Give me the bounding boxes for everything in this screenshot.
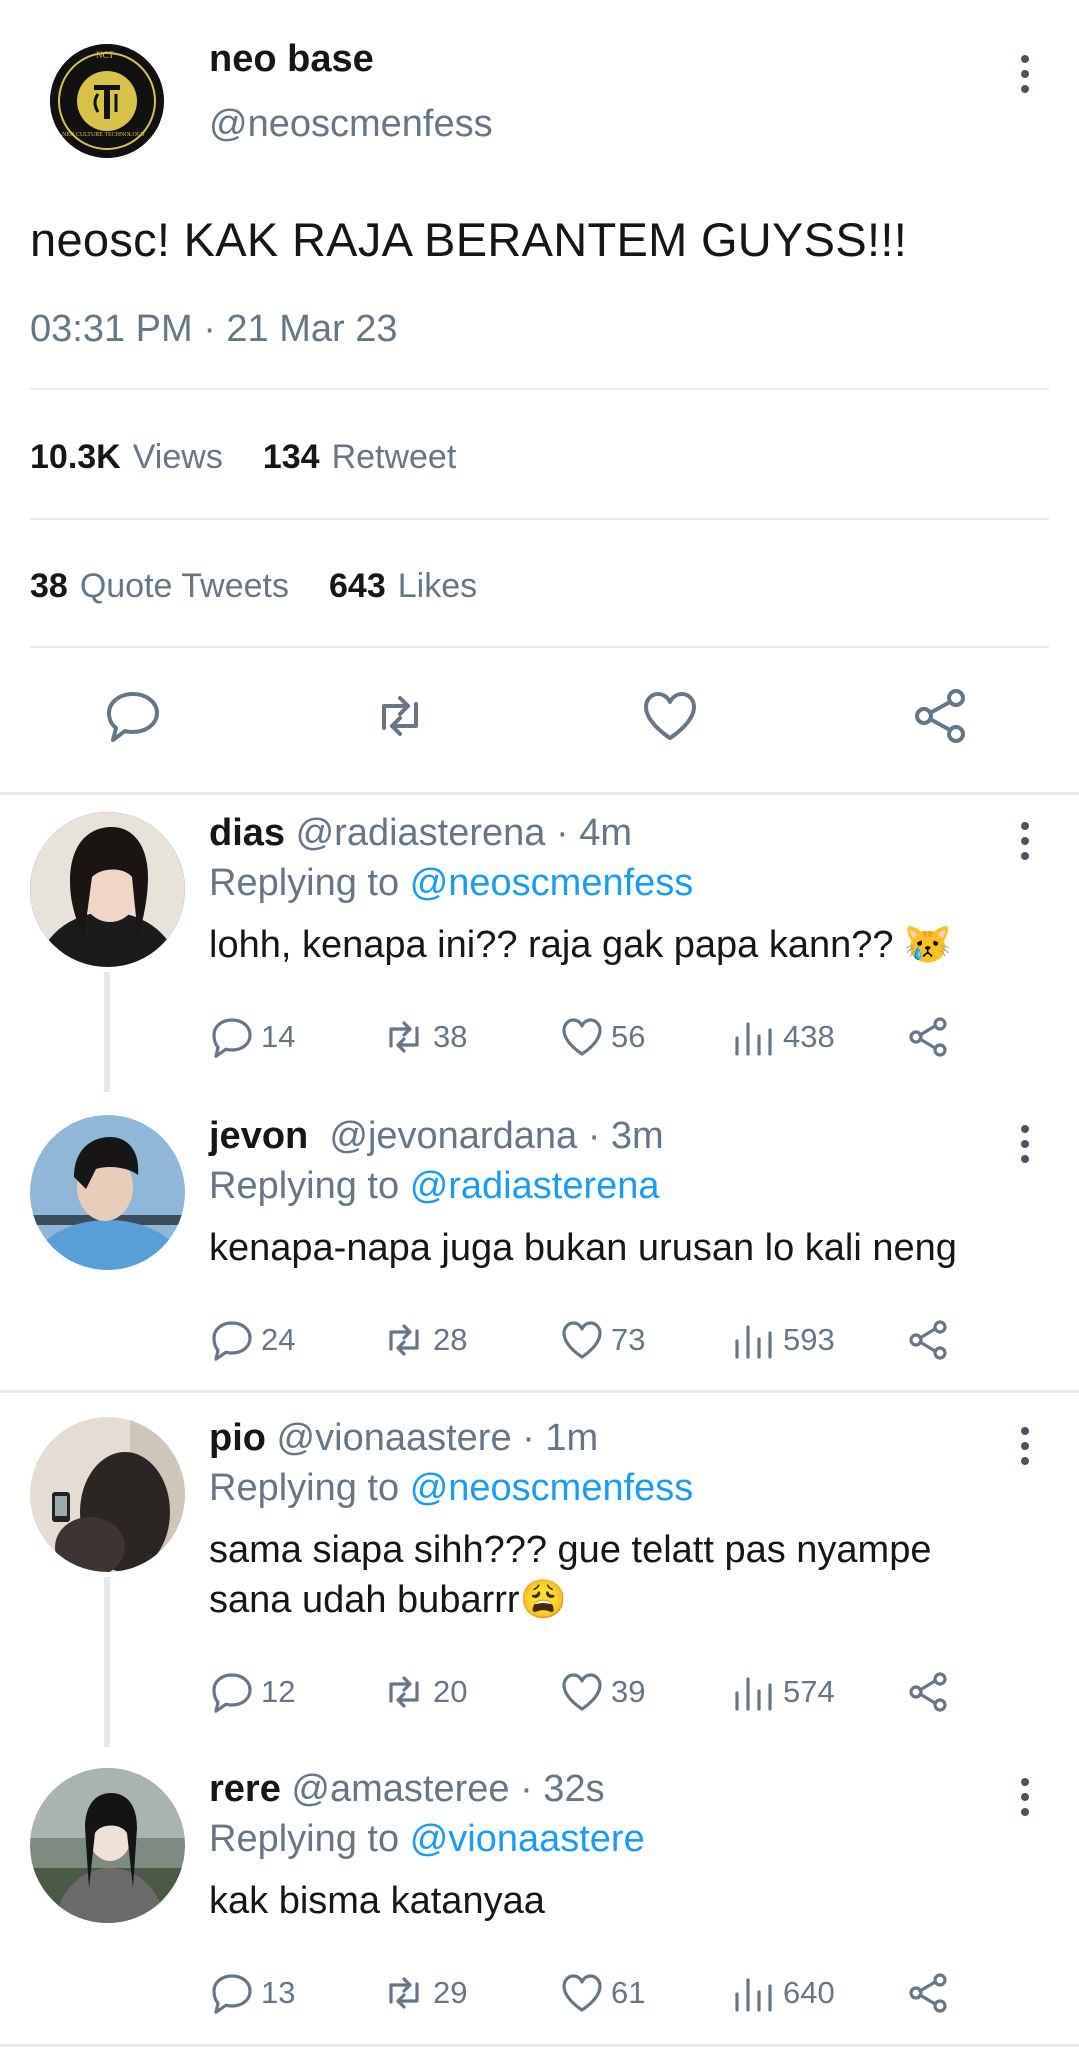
- views-icon[interactable]: 438: [731, 1014, 835, 1060]
- avatar[interactable]: [30, 1115, 185, 1270]
- share-icon[interactable]: [905, 1317, 951, 1363]
- reply-author-name[interactable]: rere: [209, 1768, 281, 1810]
- replying-to-link[interactable]: @neoscmenfess: [410, 1467, 694, 1509]
- reply-header: dias @radiasterena · 4m: [209, 812, 632, 855]
- tweet-author-name[interactable]: neo base: [209, 38, 374, 81]
- like-icon[interactable]: 61: [559, 1970, 645, 2016]
- reply-header: pio @vionaastere · 1m: [209, 1417, 598, 1460]
- replying-to: Replying to @vionaastere: [209, 1818, 645, 1860]
- views-icon[interactable]: 593: [731, 1317, 835, 1363]
- reply-time: · 32s: [520, 1768, 605, 1810]
- divider: [30, 646, 1049, 648]
- like-icon[interactable]: 39: [559, 1669, 645, 1715]
- more-options-icon[interactable]: [1021, 822, 1029, 860]
- share-icon[interactable]: [910, 686, 980, 756]
- stats-row-2: 38 Quote Tweets 643 Likes: [30, 567, 477, 606]
- thread-line: [104, 972, 110, 1092]
- account-avatar[interactable]: [50, 44, 164, 158]
- section-divider: [0, 2044, 1079, 2047]
- like-icon[interactable]: 73: [559, 1317, 645, 1363]
- avatar[interactable]: [30, 812, 185, 967]
- reply-icon[interactable]: 13: [209, 1970, 295, 2016]
- reply-icon[interactable]: 12: [209, 1669, 295, 1715]
- reply-actions: 24 28 73 593: [209, 1317, 989, 1367]
- like-icon[interactable]: 56: [559, 1014, 645, 1060]
- reply-item[interactable]: jevon @jevonardana · 3m Replying to @rad…: [0, 1095, 1079, 1395]
- more-options-icon[interactable]: [1021, 1427, 1029, 1465]
- replying-to-link[interactable]: @neoscmenfess: [410, 862, 694, 904]
- reply-author-name[interactable]: dias: [209, 812, 285, 854]
- reply-text: sama siapa sihh??? gue telatt pas nyampe…: [209, 1529, 932, 1621]
- replying-to: Replying to @neoscmenfess: [209, 862, 694, 904]
- reply-actions: 12 20 39 574: [209, 1669, 989, 1719]
- tweet-text: neosc! KAK RAJA BERANTEM GUYSS!!!: [30, 213, 908, 266]
- share-icon[interactable]: [905, 1970, 951, 2016]
- logo-text-top: NCT: [96, 50, 114, 60]
- retweet-icon[interactable]: 29: [381, 1970, 467, 2016]
- replying-to-link[interactable]: @vionaastere: [410, 1818, 645, 1860]
- logo-text-bottom: NEO CULTURE TECHNOLOGY: [62, 132, 146, 138]
- reply-time: · 3m: [587, 1115, 664, 1157]
- tweet-timestamp: 03:31 PM · 21 Mar 23: [30, 308, 398, 350]
- more-options-icon[interactable]: [1021, 55, 1029, 93]
- retweet-icon[interactable]: 38: [381, 1014, 467, 1060]
- reply-text: lohh, kenapa ini?? raja gak papa kann?? …: [209, 924, 952, 966]
- avatar[interactable]: [30, 1768, 185, 1923]
- divider: [30, 518, 1049, 520]
- reply-header: rere @amasteree · 32s: [209, 1768, 605, 1811]
- replying-to-link[interactable]: @radiasterena: [410, 1165, 660, 1207]
- reply-text: kenapa-napa juga bukan urusan lo kali ne…: [209, 1227, 957, 1269]
- reply-icon[interactable]: 24: [209, 1317, 295, 1363]
- reply-icon[interactable]: 14: [209, 1014, 295, 1060]
- retweet-icon[interactable]: 20: [381, 1669, 467, 1715]
- reply-time: · 1m: [522, 1417, 599, 1459]
- reply-author-handle[interactable]: @jevonardana: [329, 1115, 577, 1157]
- tweet-author-handle[interactable]: @neoscmenfess: [209, 103, 493, 146]
- more-options-icon[interactable]: [1021, 1125, 1029, 1163]
- reply-text: kak bisma katanyaa: [209, 1880, 545, 1922]
- reply-icon[interactable]: [103, 686, 173, 756]
- views-stat[interactable]: 10.3K Views: [30, 438, 223, 477]
- divider: [30, 388, 1049, 390]
- reply-item[interactable]: pio @vionaastere · 1m Replying to @neosc…: [0, 1397, 1079, 1747]
- tweet-actions: [0, 686, 1079, 756]
- retweets-stat[interactable]: 134 Retweet: [263, 438, 456, 477]
- reply-item[interactable]: dias @radiasterena · 4m Replying to @neo…: [0, 792, 1079, 1092]
- replying-to: Replying to @neoscmenfess: [209, 1467, 694, 1509]
- reply-actions: 13 29 61 640: [209, 1970, 989, 2020]
- reply-time: · 4m: [556, 812, 632, 854]
- retweet-icon[interactable]: [370, 686, 440, 756]
- reply-author-handle[interactable]: @radiasterena: [296, 812, 546, 854]
- reply-author-handle[interactable]: @vionaastere: [277, 1417, 512, 1459]
- avatar[interactable]: [30, 1417, 185, 1572]
- reply-author-name[interactable]: jevon: [209, 1115, 308, 1157]
- reply-item[interactable]: rere @amasteree · 32s Replying to @viona…: [0, 1748, 1079, 2048]
- quote-tweets-stat[interactable]: 38 Quote Tweets: [30, 567, 289, 606]
- retweet-icon[interactable]: 28: [381, 1317, 467, 1363]
- share-icon[interactable]: [905, 1669, 951, 1715]
- likes-stat[interactable]: 643 Likes: [329, 567, 477, 606]
- views-icon[interactable]: 640: [731, 1970, 835, 2016]
- stats-row-1: 10.3K Views 134 Retweet: [30, 438, 456, 477]
- thread-line: [104, 1577, 110, 1747]
- section-divider: [0, 1390, 1079, 1393]
- views-icon[interactable]: 574: [731, 1669, 835, 1715]
- reply-author-handle[interactable]: @amasteree: [291, 1768, 509, 1810]
- reply-actions: 14 38 56 438: [209, 1014, 989, 1064]
- nct-logo-icon: [50, 44, 164, 158]
- replying-to: Replying to @radiasterena: [209, 1165, 660, 1207]
- reply-author-name[interactable]: pio: [209, 1417, 266, 1459]
- more-options-icon[interactable]: [1021, 1778, 1029, 1816]
- reply-header: jevon @jevonardana · 3m: [209, 1115, 664, 1158]
- share-icon[interactable]: [905, 1014, 951, 1060]
- like-icon[interactable]: [640, 686, 710, 756]
